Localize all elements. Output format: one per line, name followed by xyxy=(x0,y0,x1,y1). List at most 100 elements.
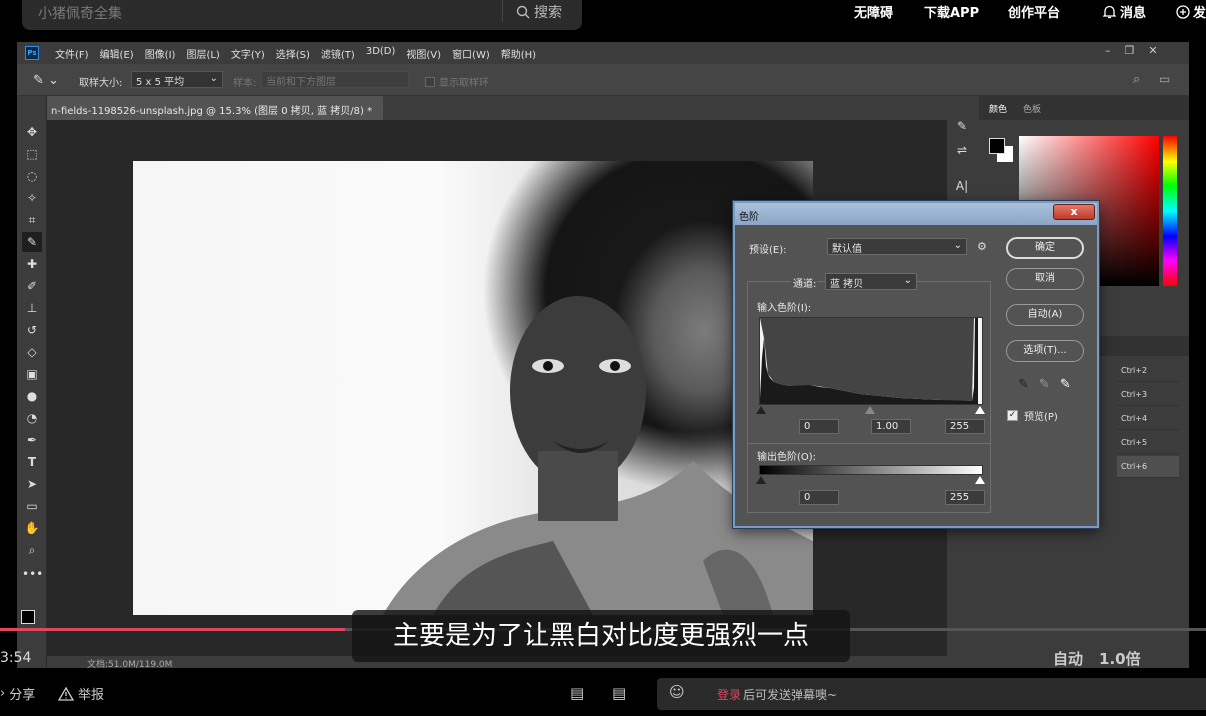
channel-row[interactable]: Ctrl+2 xyxy=(1117,360,1179,382)
document-tab[interactable]: n-fields-1198526-unsplash.jpg @ 15.3% (图… xyxy=(47,96,383,120)
zoom-tool-icon[interactable]: ⌕ xyxy=(22,540,42,560)
minimize-icon[interactable]: – xyxy=(1105,44,1111,57)
sample-select[interactable]: 当前和下方图层 xyxy=(261,71,409,88)
input-gamma-slider[interactable] xyxy=(865,406,875,414)
upload-link[interactable]: 发 xyxy=(1176,2,1206,21)
preset-select[interactable]: 默认值 ⌄ xyxy=(827,238,967,255)
more-tools-icon[interactable]: ••• xyxy=(22,564,43,584)
gray-eyedropper-icon[interactable]: ✎ xyxy=(1039,377,1050,392)
dodge-tool-icon[interactable]: ◔ xyxy=(22,408,42,428)
gradient-tool-icon[interactable]: ▣ xyxy=(22,364,42,384)
stamp-tool-icon[interactable]: ⊥ xyxy=(22,298,42,318)
eyedropper-tool-icon[interactable]: ✎ xyxy=(22,232,42,252)
hand-tool-icon[interactable]: ✋ xyxy=(22,518,42,538)
sampling-ring-checkbox[interactable] xyxy=(425,76,435,87)
move-tool-icon[interactable]: ✥ xyxy=(22,122,42,142)
eraser-tool-icon[interactable]: ◇ xyxy=(22,342,42,362)
input-black-slider[interactable] xyxy=(756,406,766,414)
menu-file[interactable]: 文件(F) xyxy=(55,46,89,61)
output-black-slider[interactable] xyxy=(756,476,766,484)
foreground-color-swatch[interactable] xyxy=(21,610,35,624)
preview-checkbox[interactable]: ✓ xyxy=(1007,410,1018,421)
eyedropper-preset-icon[interactable]: ✎ ⌄ xyxy=(33,73,59,88)
marquee-tool-icon[interactable]: ⬚ xyxy=(22,144,42,164)
share-button[interactable]: › 分享 xyxy=(0,684,35,703)
hue-slider[interactable] xyxy=(1163,136,1177,286)
preview-option[interactable]: ✓ 预览(P) xyxy=(1007,408,1058,423)
menu-type[interactable]: 文字(Y) xyxy=(231,46,265,61)
rectangle-tool-icon[interactable]: ▭ xyxy=(22,496,42,516)
document-tab-close[interactable]: × xyxy=(381,106,383,117)
menu-3d[interactable]: 3D(D) xyxy=(366,46,396,61)
input-white-slider[interactable] xyxy=(975,406,985,414)
input-black-field[interactable]: 0 xyxy=(799,419,839,434)
cancel-button[interactable]: 取消 xyxy=(1006,268,1084,290)
pen-tool-icon[interactable]: ✒ xyxy=(22,430,42,450)
channel-row[interactable]: Ctrl+6 xyxy=(1117,456,1179,478)
login-link[interactable]: 登录 xyxy=(717,686,741,703)
danmaku-settings-icon[interactable]: ▤ xyxy=(612,684,626,702)
channel-select[interactable]: 蓝 拷贝 ⌄ xyxy=(825,273,917,290)
photoshop-logo: Ps xyxy=(25,46,39,60)
creator-link[interactable]: 创作平台 xyxy=(1008,2,1060,21)
search-box[interactable]: 小猪佩奇全集 搜索 xyxy=(22,0,582,30)
menu-filter[interactable]: 滤镜(T) xyxy=(321,46,355,61)
report-button[interactable]: 举报 xyxy=(58,684,104,703)
path-select-icon[interactable]: ➤ xyxy=(22,474,42,494)
menu-select[interactable]: 选择(S) xyxy=(276,46,310,61)
channel-row[interactable]: Ctrl+4 xyxy=(1117,408,1179,430)
output-black-field[interactable]: 0 xyxy=(799,490,839,505)
channel-row[interactable]: Ctrl+3 xyxy=(1117,384,1179,406)
download-app-link[interactable]: 下载APP xyxy=(924,2,979,21)
emoji-icon[interactable]: ☺ xyxy=(669,683,685,701)
quick-select-tool-icon[interactable]: ✧ xyxy=(22,188,42,208)
workspace-icon[interactable]: ▭ xyxy=(1159,72,1170,86)
menu-image[interactable]: 图像(I) xyxy=(145,46,176,61)
input-white-field[interactable]: 255 xyxy=(945,419,985,434)
dialog-close-button[interactable]: x xyxy=(1053,204,1095,220)
auto-button[interactable]: 自动(A) xyxy=(1006,304,1084,326)
search-input[interactable]: 小猪佩奇全集 xyxy=(38,3,122,23)
history-brush-icon[interactable]: ↺ xyxy=(22,320,42,340)
speed-button[interactable]: 1.0倍 xyxy=(1099,648,1141,669)
tab-swatches[interactable]: 色板 xyxy=(1023,102,1041,115)
adjust-icon[interactable]: ⇌ xyxy=(952,140,972,160)
brush-tool-icon[interactable]: ✐ xyxy=(22,276,42,296)
lasso-tool-icon[interactable]: ◌ xyxy=(22,166,42,186)
black-eyedropper-icon[interactable]: ✎ xyxy=(1018,377,1029,392)
messages-link[interactable]: 消息 xyxy=(1103,2,1146,21)
preset-options-icon[interactable]: ⚙ xyxy=(977,240,987,253)
output-white-field[interactable]: 255 xyxy=(945,490,985,505)
menu-view[interactable]: 视图(V) xyxy=(406,46,441,61)
input-gamma-field[interactable]: 1.00 xyxy=(871,419,911,434)
white-eyedropper-icon[interactable]: ✎ xyxy=(1060,377,1071,392)
panel-foreground-swatch[interactable] xyxy=(989,138,1005,154)
tab-color[interactable]: 颜色 xyxy=(989,102,1007,115)
danmaku-input[interactable]: ☺ 登录 后可发送弹幕噢~ xyxy=(657,678,1206,710)
chevron-down-icon: ⌄ xyxy=(209,73,218,84)
character-panel-icon[interactable]: A| xyxy=(952,176,972,196)
sampling-ring-option[interactable]: 显示取样环 xyxy=(425,74,489,89)
brush-settings-icon[interactable]: ✎ xyxy=(952,116,972,136)
crop-tool-icon[interactable]: ⌗ xyxy=(22,210,42,230)
menu-window[interactable]: 窗口(W) xyxy=(452,46,490,61)
blur-tool-icon[interactable]: ● xyxy=(22,386,42,406)
sample-size-select[interactable]: 5 x 5 平均 ⌄ xyxy=(131,71,223,88)
menu-layer[interactable]: 图层(L) xyxy=(186,46,219,61)
document-image[interactable] xyxy=(133,161,813,615)
output-white-slider[interactable] xyxy=(975,476,985,484)
ok-button[interactable]: 确定 xyxy=(1006,237,1084,259)
healing-brush-icon[interactable]: ✚ xyxy=(22,254,42,274)
menu-edit[interactable]: 编辑(E) xyxy=(100,46,134,61)
search-icon[interactable]: ⌕ xyxy=(1133,72,1140,87)
type-tool-icon[interactable]: T xyxy=(22,452,42,472)
restore-icon[interactable]: ❐ xyxy=(1125,44,1135,57)
options-button[interactable]: 选项(T)... xyxy=(1006,340,1084,362)
menu-help[interactable]: 帮助(H) xyxy=(501,46,536,61)
channel-row[interactable]: Ctrl+5 xyxy=(1117,432,1179,454)
danmaku-toggle-icon[interactable]: ▤ xyxy=(570,684,584,702)
quality-button[interactable]: 自动 xyxy=(1053,648,1083,669)
search-button[interactable]: 搜索 xyxy=(516,2,562,22)
close-icon[interactable]: ✕ xyxy=(1148,44,1157,57)
accessibility-link[interactable]: 无障碍 xyxy=(854,2,893,21)
